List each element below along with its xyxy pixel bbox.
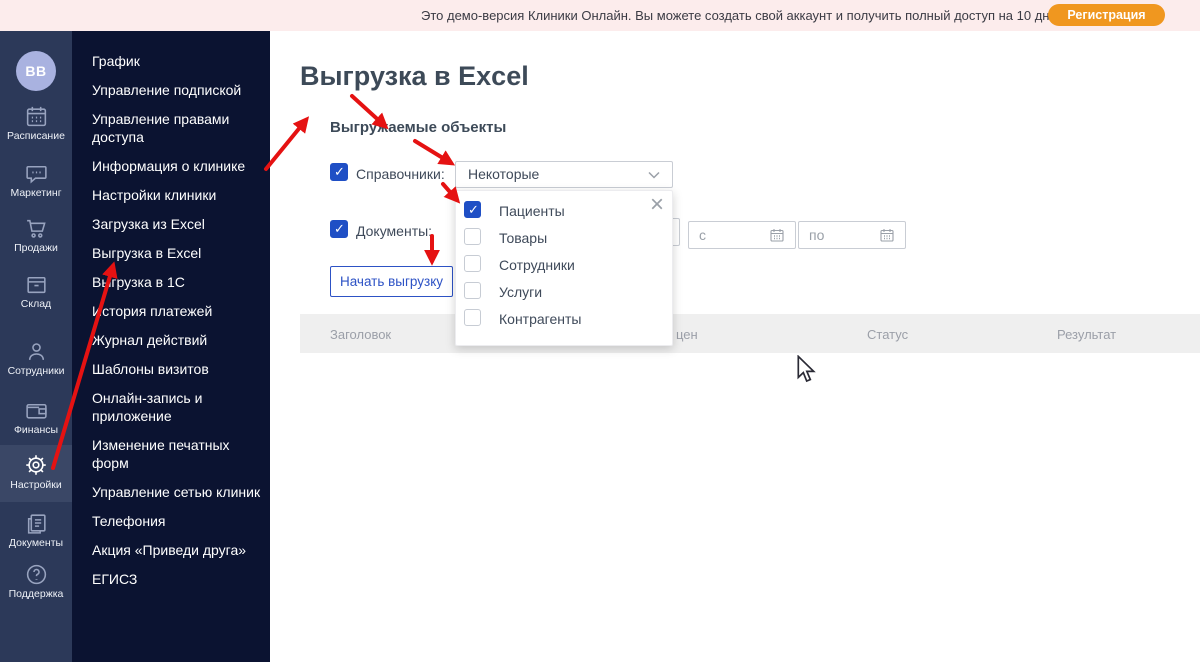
menu-item-export-1c[interactable]: Выгрузка в 1С bbox=[92, 273, 266, 291]
sidebar-item-settings[interactable]: Настройки bbox=[0, 445, 72, 502]
sidebar-item-label: Маркетинг bbox=[10, 187, 62, 199]
main-content: Выгрузка в Excel Выгружаемые объекты Спр… bbox=[270, 31, 1200, 662]
section-title: Выгружаемые объекты bbox=[330, 119, 507, 136]
wallet-icon bbox=[25, 403, 47, 419]
sidebar-item-label: Продажи bbox=[14, 242, 58, 254]
menu-item-subscription[interactable]: Управление подпиской bbox=[92, 81, 266, 99]
menu-item-visit-templates[interactable]: Шаблоны визитов bbox=[92, 360, 266, 378]
menu-item-clinic-network[interactable]: Управление сетью клиник bbox=[92, 483, 266, 501]
directories-dropdown-panel: × Пациенты Товары Сотрудники Услуги Конт… bbox=[455, 190, 673, 346]
menu-item-schedule-grid[interactable]: График bbox=[92, 52, 266, 70]
person-icon bbox=[28, 343, 44, 360]
chevron-down-icon bbox=[648, 171, 660, 179]
box-icon bbox=[26, 276, 46, 294]
icon-rail-sidebar: BB Расписание Маркетинг Продажи Склад Со… bbox=[0, 31, 72, 662]
sidebar-item-label: Финансы bbox=[13, 424, 59, 436]
app-window: Это демо-версия Клиники Онлайн. Вы может… bbox=[0, 0, 1200, 662]
column-header-result: Результат bbox=[1057, 327, 1117, 342]
sidebar-item-warehouse[interactable]: Склад bbox=[0, 272, 72, 310]
menu-item-payment-history[interactable]: История платежей bbox=[92, 302, 266, 320]
dropdown-option-goods[interactable]: Товары bbox=[464, 228, 664, 255]
dropdown-option-patients[interactable]: Пациенты bbox=[464, 201, 664, 228]
documents-label: Документы: bbox=[356, 223, 433, 239]
sidebar-item-support[interactable]: Поддержка bbox=[0, 562, 72, 600]
menu-item-export-excel[interactable]: Выгрузка в Excel bbox=[92, 244, 266, 262]
demo-banner: Это демо-версия Клиники Онлайн. Вы может… bbox=[0, 0, 1200, 31]
settings-menu-sidebar: График Управление подпиской Управление п… bbox=[72, 31, 270, 662]
menu-item-egisz[interactable]: ЕГИСЗ bbox=[92, 570, 266, 588]
date-to-input[interactable] bbox=[798, 221, 906, 249]
date-from-input[interactable] bbox=[688, 221, 796, 249]
menu-item-print-forms[interactable]: Изменение печатных форм bbox=[92, 436, 266, 472]
column-header-title: Заголовок bbox=[330, 327, 392, 342]
sidebar-item-label: Склад bbox=[20, 298, 52, 310]
menu-item-online-booking[interactable]: Онлайн-запись и приложение bbox=[92, 389, 266, 425]
dropdown-option-label: Товары bbox=[499, 230, 548, 246]
gear-icon bbox=[26, 455, 46, 475]
demo-banner-message: Это демо-версия Клиники Онлайн. Вы может… bbox=[421, 8, 1068, 23]
documents-icon bbox=[27, 514, 46, 534]
sidebar-item-label: Сотрудники bbox=[7, 365, 65, 377]
goods-checkbox[interactable] bbox=[464, 228, 481, 245]
directories-select-value: Некоторые bbox=[468, 166, 540, 182]
sidebar-item-label: Поддержка bbox=[8, 588, 64, 600]
counterparties-checkbox[interactable] bbox=[464, 309, 481, 326]
dropdown-option-label: Сотрудники bbox=[499, 257, 575, 273]
menu-item-access-rights[interactable]: Управление правами доступа bbox=[92, 110, 266, 146]
sidebar-item-schedule[interactable]: Расписание bbox=[0, 104, 72, 142]
sidebar-item-sales[interactable]: Продажи bbox=[0, 216, 72, 254]
dropdown-option-staff[interactable]: Сотрудники bbox=[464, 255, 664, 282]
dropdown-option-label: Контрагенты bbox=[499, 311, 582, 327]
sidebar-item-label: Документы bbox=[8, 537, 64, 549]
patients-checkbox[interactable] bbox=[464, 201, 481, 218]
menu-item-clinic-settings[interactable]: Настройки клиники bbox=[92, 186, 266, 204]
staff-checkbox[interactable] bbox=[464, 255, 481, 272]
sidebar-item-marketing[interactable]: Маркетинг bbox=[0, 161, 72, 199]
avatar[interactable]: BB bbox=[16, 51, 56, 91]
directories-label: Справочники: bbox=[356, 166, 445, 182]
sidebar-item-staff[interactable]: Сотрудники bbox=[0, 339, 72, 377]
sidebar-item-documents[interactable]: Документы bbox=[0, 511, 72, 549]
export-table-header: Заголовок цен Статус Результат bbox=[300, 314, 1200, 353]
dropdown-option-services[interactable]: Услуги bbox=[464, 282, 664, 309]
register-button[interactable]: Регистрация bbox=[1048, 4, 1165, 26]
column-header-partial: цен bbox=[676, 327, 698, 342]
services-checkbox[interactable] bbox=[464, 282, 481, 299]
column-header-status: Статус bbox=[867, 327, 909, 342]
menu-item-action-log[interactable]: Журнал действий bbox=[92, 331, 266, 349]
start-export-button[interactable]: Начать выгрузку bbox=[330, 266, 453, 297]
menu-item-referral-promo[interactable]: Акция «Приведи друга» bbox=[92, 541, 266, 559]
dropdown-option-label: Услуги bbox=[499, 284, 543, 300]
sidebar-item-label: Расписание bbox=[7, 130, 65, 142]
menu-item-import-excel[interactable]: Загрузка из Excel bbox=[92, 215, 266, 233]
sidebar-item-label: Настройки bbox=[10, 479, 62, 491]
documents-checkbox[interactable] bbox=[330, 220, 348, 238]
menu-item-telephony[interactable]: Телефония bbox=[92, 512, 266, 530]
dropdown-option-counterparties[interactable]: Контрагенты bbox=[464, 309, 664, 336]
question-icon bbox=[26, 564, 46, 585]
dropdown-option-label: Пациенты bbox=[499, 203, 565, 219]
directories-select[interactable]: Некоторые bbox=[455, 161, 673, 188]
menu-item-clinic-info[interactable]: Информация о клинике bbox=[92, 157, 266, 175]
directories-checkbox[interactable] bbox=[330, 163, 348, 181]
calendar-icon bbox=[26, 106, 46, 127]
cart-icon bbox=[26, 219, 46, 238]
page-title: Выгрузка в Excel bbox=[300, 61, 529, 91]
sidebar-item-finance[interactable]: Финансы bbox=[0, 398, 72, 436]
chat-icon bbox=[25, 165, 47, 184]
